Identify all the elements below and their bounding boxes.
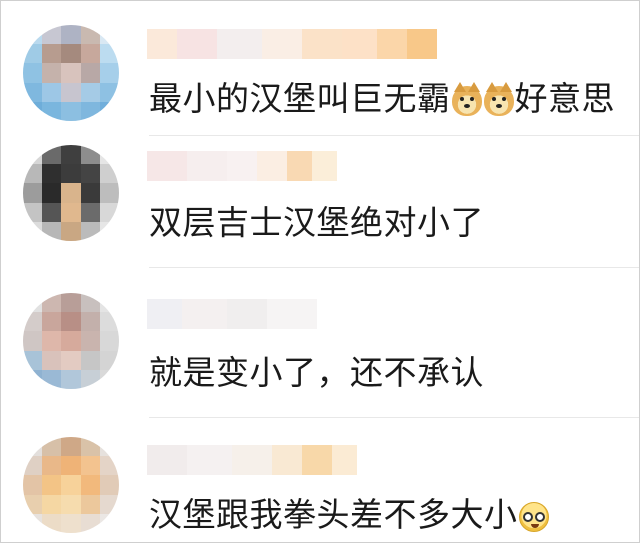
comment-text: 双层吉士汉堡绝对小了: [149, 203, 484, 243]
nerd-face-icon: [518, 501, 549, 532]
user-avatar[interactable]: [23, 25, 119, 121]
divider: [149, 417, 639, 418]
username-blurred[interactable]: [147, 445, 357, 475]
comment-text: 最小的汉堡叫巨无霸 好意思: [149, 79, 615, 119]
user-avatar[interactable]: [23, 293, 119, 389]
comment-text-main: 双层吉士汉堡绝对小了: [149, 203, 484, 242]
comment-text: 汉堡跟我拳头差不多大小: [149, 495, 550, 535]
comment-text-main: 最小的汉堡叫巨无霸: [149, 79, 451, 118]
doge-icon: [483, 81, 514, 116]
user-avatar[interactable]: [23, 145, 119, 241]
username-blurred[interactable]: [147, 151, 337, 181]
comment-text-main: 汉堡跟我拳头差不多大小: [149, 495, 518, 534]
divider: [149, 135, 639, 136]
comment-text: 就是变小了，还不承认: [149, 353, 484, 393]
doge-icon: [451, 81, 482, 116]
divider: [149, 267, 639, 268]
username-blurred[interactable]: [147, 299, 317, 329]
user-avatar[interactable]: [23, 437, 119, 533]
comment-list: 最小的汉堡叫巨无霸 好意思 双层吉士汉堡绝对小了 就是变小了，还不承认 汉堡跟我…: [0, 0, 640, 543]
comment-text-tail: 好意思: [514, 79, 615, 118]
comment-text-main: 就是变小了，还不承认: [149, 353, 484, 392]
username-blurred[interactable]: [147, 29, 437, 59]
